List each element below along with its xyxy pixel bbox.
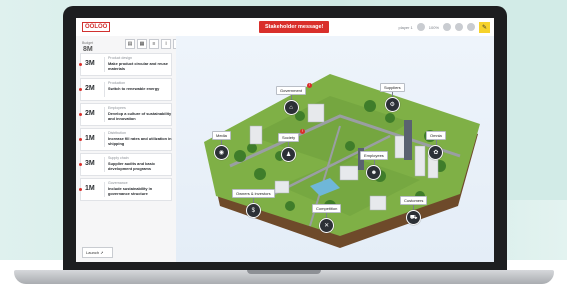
help-icon[interactable] [443, 23, 451, 31]
sidebar-toolbar: ▤ ▦ ≡ i ⌕ [125, 39, 183, 49]
card-amount: 3M [85, 60, 95, 67]
stakeholder-pin-employees[interactable]: Employees ☻ [360, 151, 388, 180]
budget-label: Budget [82, 41, 94, 45]
budget-value: 8M [83, 46, 93, 53]
investment-card[interactable]: 1M Distribution Increase fill rates and … [79, 128, 172, 151]
card-divider [104, 157, 105, 172]
card-category: Production [108, 81, 126, 85]
grid-icon[interactable]: ▦ [137, 39, 147, 49]
suppliers-icon: ⚙ [384, 97, 400, 112]
score-label: 100% [428, 24, 439, 30]
government-icon: ⌂ [283, 100, 299, 115]
card-amount: 2M [85, 85, 95, 92]
card-amount: 1M [85, 135, 95, 142]
status-dot-icon [79, 138, 82, 141]
user-label[interactable]: player 1 [399, 25, 413, 30]
status-dot-icon [79, 188, 82, 191]
app-logo: OOLOO [82, 22, 111, 32]
launch-label: Launch [86, 250, 100, 255]
pin-label: Employees [360, 151, 388, 160]
pin-label: Government [276, 86, 307, 95]
card-divider [104, 182, 105, 197]
top-bar: OOLOO Stakeholder message! player 1 100%… [76, 18, 494, 37]
stakeholder-map: Government ⌂ ! Suppliers ⚙ Media ◉ Socie… [176, 36, 494, 262]
status-dot-icon [79, 163, 82, 166]
stakeholder-pin-media[interactable]: Media ◉ [212, 131, 231, 160]
info-icon[interactable]: i [161, 39, 171, 49]
rocket-icon: ➚ [100, 250, 104, 255]
chat-icon[interactable] [455, 23, 463, 31]
alert-badge-icon: ! [307, 83, 312, 88]
card-title: Develop a culture of sustainability and … [108, 111, 172, 121]
card-category: Governance [108, 181, 128, 185]
pin-label: Owners & investors [232, 189, 275, 198]
status-dot-icon [79, 88, 82, 91]
card-divider [104, 107, 105, 122]
investment-card[interactable]: 2M Production Switch to renewable energy [79, 78, 172, 101]
pin-label: Customers [400, 196, 428, 205]
doc-icon[interactable]: ▤ [125, 39, 135, 49]
stakeholder-pin-government[interactable]: Government ⌂ [276, 86, 307, 115]
investment-card[interactable]: 2M Employees Develop a culture of sustai… [79, 103, 172, 126]
top-right-controls: player 1 100% ✎ [399, 21, 490, 33]
card-amount: 3M [85, 160, 95, 167]
card-category: Supply chain [108, 156, 129, 160]
competition-icon: ✕ [319, 218, 335, 233]
settings-icon[interactable] [467, 23, 475, 31]
list-icon[interactable]: ≡ [149, 39, 159, 49]
stakeholder-pin-society[interactable]: Society ♟ [278, 133, 300, 162]
card-divider [104, 57, 105, 72]
progress-icon [416, 23, 425, 31]
investment-card[interactable]: 3M Supply chain Supplier audits and basi… [79, 153, 172, 176]
pin-label: Omnia [426, 131, 446, 140]
customers-icon: ⛟ [406, 210, 422, 225]
media-icon: ◉ [213, 145, 229, 160]
card-title: Switch to renewable energy [108, 86, 160, 91]
laptop-notch [247, 270, 321, 274]
stakeholder-pin-customers[interactable]: Customers ⛟ [400, 196, 428, 225]
card-category: Distribution [108, 131, 126, 135]
highlight-toggle-icon[interactable]: ✎ [479, 21, 490, 33]
investment-card-list: 3M Product design Make product circular … [79, 53, 172, 203]
card-category: Employees [108, 106, 126, 110]
launch-button[interactable]: Launch ➚ [82, 247, 113, 258]
card-amount: 1M [85, 185, 95, 192]
employees-icon: ☻ [366, 165, 382, 180]
pin-label: Society [278, 133, 300, 142]
stakeholder-pin-competition[interactable]: Competition ✕ [312, 204, 342, 233]
card-divider [104, 132, 105, 147]
pin-label: Competition [312, 204, 342, 213]
stakeholder-pin-omnia[interactable]: Omnia ✿ [426, 131, 446, 160]
omnia-icon: ✿ [428, 145, 444, 160]
stakeholder-pin-suppliers[interactable]: Suppliers ⚙ [380, 83, 405, 112]
app-screen: OOLOO Stakeholder message! player 1 100%… [76, 18, 494, 262]
pin-label: Suppliers [380, 83, 405, 92]
pin-label: Media [212, 131, 231, 140]
owners-icon: $ [245, 203, 261, 218]
card-amount: 2M [85, 110, 95, 117]
society-icon: ♟ [281, 147, 297, 162]
stakeholder-pin-owners-investors[interactable]: Owners & investors $ [232, 189, 275, 218]
status-dot-icon [79, 63, 82, 66]
card-title: Include sustainability in governance str… [108, 186, 153, 196]
card-title: Supplier audits and basic development pr… [108, 161, 156, 171]
card-divider [104, 82, 105, 97]
alert-badge-icon: ! [300, 129, 305, 134]
card-title: Make product circular and reuse material… [108, 61, 168, 71]
card-category: Product design [108, 56, 132, 60]
investment-card[interactable]: 3M Product design Make product circular … [79, 53, 172, 76]
investment-card[interactable]: 1M Governance Include sustainability in … [79, 178, 172, 201]
investment-sidebar: Budget 8M ▤ ▦ ≡ i ⌕ 3M Product design Ma… [76, 36, 183, 262]
status-dot-icon [79, 113, 82, 116]
stakeholder-message-button[interactable]: Stakeholder message! [259, 21, 330, 33]
card-title: Increase fill rates and utilization in s… [108, 136, 172, 146]
